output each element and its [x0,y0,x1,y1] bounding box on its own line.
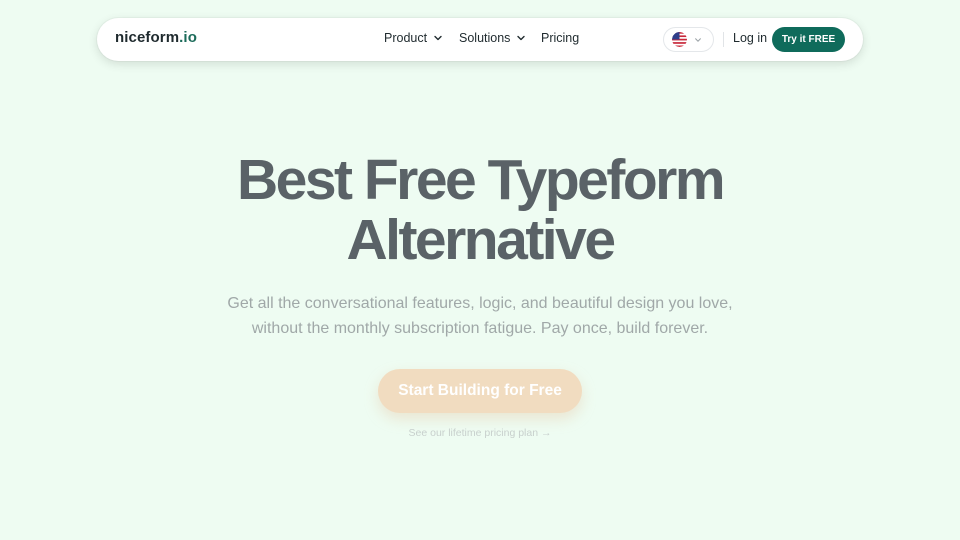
hero-title-line-1: Best Free Typeform [236,148,726,212]
hero-title-line-2: Alternative [346,208,616,272]
hero-title: Best Free Typeform Alternative [0,150,960,270]
nav-pricing[interactable]: Pricing [541,31,579,45]
nav-solutions[interactable]: Solutions [459,31,526,45]
nav-pricing-label: Pricing [541,31,580,45]
nav-product-label: Product [384,31,428,45]
hero-subtitle-line-2: without the monthly subscription fatigue… [251,320,709,337]
hero-subtitle-line-1: Get all the conversational features, log… [227,295,733,312]
chevron-down-icon [517,35,526,41]
pricing-plan-link[interactable]: See our lifetime pricing plan → [0,427,960,439]
logo-suffix: .io [179,29,197,46]
hero-subtitle: Get all the conversational features, log… [0,291,960,341]
chevron-down-icon [434,35,442,41]
logo[interactable]: niceform.io [115,29,197,46]
chevron-down-icon [695,37,701,42]
nav-divider [723,32,724,47]
nav-product[interactable]: Product [384,31,443,45]
us-flag-icon [672,32,687,47]
nav-solutions-label: Solutions [459,31,511,45]
logo-text: niceform [115,29,180,46]
login-link[interactable]: Log in [733,31,767,45]
top-navbar: niceform.io Product Solutions Pricing Lo… [97,18,863,61]
start-building-button[interactable]: Start Building for Free [378,369,582,413]
try-free-button[interactable]: Try it FREE [772,27,845,52]
language-selector[interactable] [663,27,714,52]
